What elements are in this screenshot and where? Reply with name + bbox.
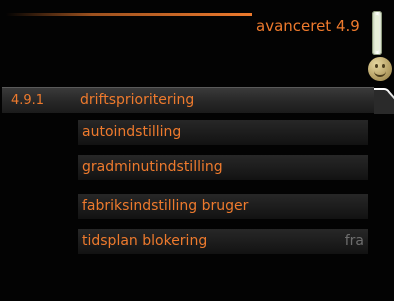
menu-item-label: autoindstilling <box>82 124 182 140</box>
smiley-left-eye <box>375 64 378 68</box>
header-accent-line <box>6 13 252 16</box>
smiley-icon <box>368 57 392 81</box>
thermometer-icon <box>372 11 382 55</box>
menu-item-number: 4.9.1 <box>11 93 45 108</box>
menu-item-tidsplan-blokering[interactable]: tidsplan blokering fra <box>78 229 368 254</box>
menu-item-driftsprioritering[interactable]: 4.9.1 driftsprioritering <box>2 87 394 114</box>
smiley-right-eye <box>382 64 385 68</box>
menu-item-value: fra <box>344 233 364 249</box>
menu-item-fabriksindstilling-bruger[interactable]: fabriksindstilling bruger <box>78 194 368 219</box>
menu-item-label: driftsprioritering <box>80 92 195 108</box>
display-screen: avanceret 4.9 4.9.1 driftsprioritering a… <box>0 0 394 301</box>
menu-item-label: tidsplan blokering <box>82 233 208 249</box>
menu-item-label: gradminutindstilling <box>82 159 223 175</box>
page-title: avanceret 4.9 <box>256 17 360 35</box>
selection-tab-icon <box>374 88 394 114</box>
menu-item-autoindstilling[interactable]: autoindstilling <box>78 120 368 145</box>
smiley-mouth <box>374 69 386 77</box>
menu-item-gradminutindstilling[interactable]: gradminutindstilling <box>78 155 368 180</box>
menu-item-label: fabriksindstilling bruger <box>82 198 249 214</box>
